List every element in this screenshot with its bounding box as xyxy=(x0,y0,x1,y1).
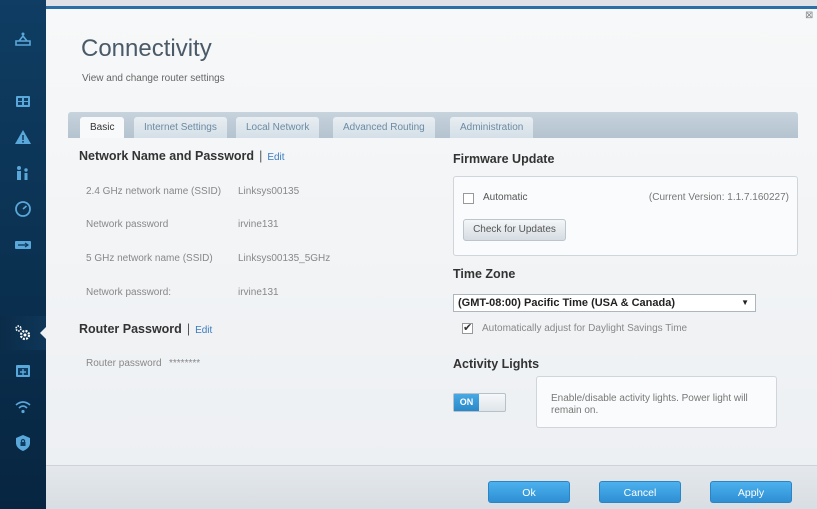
check-for-updates-button[interactable]: Check for Updates xyxy=(463,219,566,241)
warning-icon xyxy=(15,130,31,144)
router-password-edit-link[interactable]: Edit xyxy=(195,325,212,336)
tab-advanced-routing[interactable]: Advanced Routing xyxy=(333,117,435,138)
password-24-label: Network password xyxy=(86,219,169,230)
tab-basic[interactable]: Basic xyxy=(80,117,125,138)
dropdown-arrow-icon: ▼ xyxy=(741,298,749,307)
automatic-label: Automatic xyxy=(483,192,528,203)
sidebar-item-usb[interactable] xyxy=(0,228,46,262)
gears-icon xyxy=(15,325,31,341)
timezone-heading: Time Zone xyxy=(453,267,516,281)
sidebar-item-speed-test[interactable] xyxy=(0,192,46,226)
router-password-value: ******** xyxy=(169,358,201,369)
network-edit-link[interactable]: Edit xyxy=(267,152,284,163)
ssid-5-value: Linksys00135_5GHz xyxy=(238,253,331,264)
sidebar-item-connectivity[interactable] xyxy=(0,316,46,350)
connectivity-panel: ⊠ Connectivity View and change router se… xyxy=(46,6,817,509)
sidebar xyxy=(0,0,46,509)
apply-button[interactable]: Apply xyxy=(710,481,792,503)
heading-separator: | xyxy=(186,322,191,336)
ssid-24-label: 2.4 GHz network name (SSID) xyxy=(86,186,222,197)
firmware-heading: Firmware Update xyxy=(453,152,555,166)
activity-lights-toggle[interactable]: ON xyxy=(453,393,506,412)
parental-controls-icon xyxy=(17,166,28,180)
activity-lights-description: Enable/disable activity lights. Power li… xyxy=(551,393,748,416)
sidebar-item-router[interactable] xyxy=(0,22,46,56)
sidebar-item-devices[interactable] xyxy=(0,84,46,118)
wireless-icon xyxy=(15,401,31,414)
footer-bar: Ok Cancel Apply xyxy=(46,465,817,509)
sidebar-item-alerts[interactable] xyxy=(0,120,46,154)
page-title: Connectivity xyxy=(81,35,212,62)
router-icon xyxy=(15,32,31,46)
automatic-checkbox[interactable] xyxy=(463,193,474,204)
sidebar-item-troubleshooting[interactable] xyxy=(0,354,46,388)
usb-icon xyxy=(15,241,31,249)
sidebar-item-security[interactable] xyxy=(0,426,46,460)
cancel-button[interactable]: Cancel xyxy=(599,481,681,503)
troubleshooting-icon xyxy=(16,365,30,377)
router-password-section-heading: Router Password | Edit xyxy=(79,322,212,336)
password-24-value: irvine131 xyxy=(238,219,279,230)
activity-lights-heading: Activity Lights xyxy=(453,357,540,371)
toggle-on-label: ON xyxy=(454,394,479,411)
current-version-text: (Current Version: 1.1.7.160227) xyxy=(648,192,789,203)
dst-checkbox[interactable] xyxy=(462,321,473,334)
sidebar-item-wireless[interactable] xyxy=(0,390,46,424)
close-icon[interactable]: ⊠ xyxy=(805,11,815,21)
tab-local-network[interactable]: Local Network xyxy=(236,117,320,138)
timezone-select[interactable]: (GMT-08:00) Pacific Time (USA & Canada) … xyxy=(453,294,756,312)
heading-separator: | xyxy=(259,149,263,163)
password-5-label: Network password: xyxy=(86,287,172,298)
tab-internet-settings[interactable]: Internet Settings xyxy=(134,117,227,138)
security-icon xyxy=(16,435,30,451)
ssid-24-value: Linksys00135 xyxy=(238,186,300,197)
password-5-value: irvine131 xyxy=(238,287,279,298)
tab-administration[interactable]: Administration xyxy=(450,117,534,138)
firmware-box: Automatic (Current Version: 1.1.7.160227… xyxy=(453,176,798,256)
timezone-selected-value: (GMT-08:00) Pacific Time (USA & Canada) xyxy=(458,297,675,309)
tab-bar: Basic Internet Settings Local Network Ad… xyxy=(68,112,798,138)
dst-label: Automatically adjust for Daylight Saving… xyxy=(482,323,688,334)
activity-lights-info-box: Enable/disable activity lights. Power li… xyxy=(536,376,777,428)
sidebar-item-parental-controls[interactable] xyxy=(0,156,46,190)
router-password-heading: Router Password xyxy=(79,322,182,336)
page-subtitle: View and change router settings xyxy=(82,73,225,84)
ssid-5-label: 5 GHz network name (SSID) xyxy=(86,253,213,264)
router-password-label: Router password xyxy=(86,358,162,369)
network-section-heading: Network Name and Password | Edit xyxy=(79,149,285,163)
ok-button[interactable]: Ok xyxy=(488,481,570,503)
speed-icon xyxy=(15,201,31,217)
network-heading: Network Name and Password xyxy=(79,149,255,163)
devices-icon xyxy=(16,96,30,107)
